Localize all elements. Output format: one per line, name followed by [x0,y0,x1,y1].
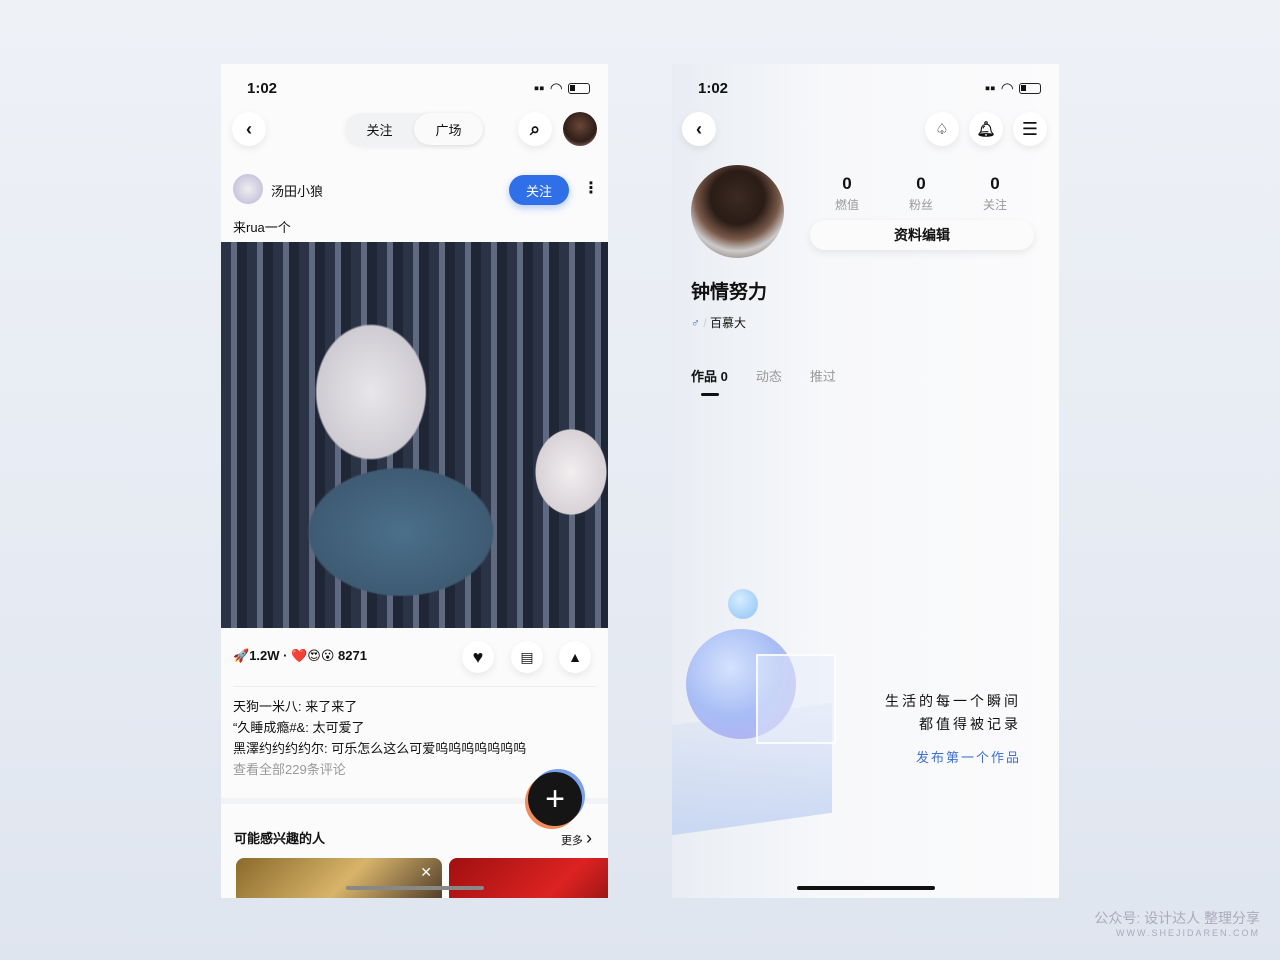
comment-icon: ▤ [520,648,534,665]
view-all-comments-link[interactable]: 查看全部229条评论 [233,759,526,780]
feed-screen: 1:02 ▪▪ ◠ ‹ 关注 广场 ⌕ 汤田小狼 关注 ⋮ 来rua一个 🚀1.2… [221,64,608,898]
stat-label: 粉丝 [908,198,933,212]
home-indicator [797,886,935,890]
watermark: 公众号: 设计达人 整理分享 WWW.SHEJIDAREN.COM [1094,908,1260,938]
post-caption: 来rua一个 [233,220,291,235]
suggested-user-card[interactable]: ✕ [236,858,442,898]
stat-fans[interactable]: 0 粉丝 [891,174,951,213]
chevron-left-icon: ‹ [696,118,702,139]
tab-boosted[interactable]: 推过 [810,366,836,385]
battery-icon [568,82,590,94]
back-button[interactable]: ‹ [232,112,266,146]
home-indicator [346,886,484,890]
create-post-button[interactable]: + [528,772,582,826]
search-icon: ⌕ [529,118,541,139]
comment-text: 太可爱了 [312,720,365,735]
comment-button[interactable]: ▤ [511,641,543,673]
post-photo[interactable] [221,242,608,628]
poster-avatar[interactable] [233,174,263,204]
profile-screen: 1:02 ▪▪ ◠ ‹ ♤ 🔔︎ ☰ 0 燃值 0 粉丝 0 关注 资料编辑 钟情努力 … [672,64,1059,898]
more-options-icon[interactable]: ⋮ [583,178,599,198]
like-button[interactable]: ♥ [462,641,494,673]
status-bar: 1:02 ▪▪ ◠ [698,78,1041,98]
suggested-user-card[interactable] [449,858,608,898]
stat-label: 关注 [982,198,1007,212]
profile-name: 钟情努力 [691,282,768,303]
reactions-count: 8271 [338,648,367,663]
boost-button[interactable]: ▲ [559,641,591,673]
signal-icon: ▪▪ [984,79,996,97]
wifi-icon: ◠ [1001,80,1013,97]
suggest-title: 可能感兴趣的人 [234,831,326,846]
comment-text: 来了来了 [305,699,358,714]
search-button[interactable]: ⌕ [518,112,552,146]
edit-profile-button[interactable]: 资料编辑 [810,220,1034,250]
empty-state-message: 生活的每一个瞬间都值得被记录 [885,690,1021,736]
status-time: 1:02 [698,79,729,97]
stat-value: 0 [842,174,852,193]
plus-icon: + [545,779,565,818]
tab-square[interactable]: 广场 [414,113,483,145]
rocket-icon: ♤ [935,121,949,138]
wifi-icon: ◠ [550,80,562,97]
stat-label: 燃值 [834,198,859,212]
status-time: 1:02 [247,79,278,97]
comment-user: 天狗一米八 [233,699,299,714]
profile-meta: ♂ / 百慕大 [691,316,747,330]
status-bar: 1:02 ▪▪ ◠ [247,78,590,98]
follow-button[interactable]: 关注 [509,175,569,205]
tab-following[interactable]: 关注 [345,113,414,145]
boost-button[interactable]: ♤ [925,112,959,146]
comment-text: 可乐怎么这么可爱呜呜呜呜呜呜呜 [331,741,527,756]
menu-icon: ☰ [1021,118,1039,139]
profile-avatar[interactable] [691,165,784,258]
stat-value: 0 [990,174,1000,193]
chevron-right-icon: › [586,828,592,848]
publish-first-work-link[interactable]: 发布第一个作品 [916,747,1021,766]
rocket-icon: 🚀 [233,648,250,663]
battery-icon [1019,82,1041,94]
empty-line: 生活的每一个瞬间 [885,693,1021,709]
comment-list: 天狗一米八: 来了来了 “久睡成瘾#&: 太可爱了 黑澤约约约约尔: 可乐怎么这… [233,696,526,780]
reaction-emojis-icon: ❤️😍😮 [291,648,335,663]
male-icon: ♂ [691,316,700,330]
stat-value: 0 [916,174,926,193]
rocket-icon: ▲ [568,649,582,665]
comment-user: “久睡成瘾#& [233,720,306,735]
signal-icon: ▪▪ [533,79,545,97]
feed-tab-switch: 关注 广场 [345,113,483,145]
poster-username[interactable]: 汤田小狼 [271,181,323,200]
stat-heat[interactable]: 0 燃值 [817,174,877,213]
close-icon[interactable]: ✕ [420,864,432,881]
notifications-button[interactable]: 🔔︎ [969,112,1003,146]
empty-line: 都值得被记录 [919,716,1021,732]
stat-following[interactable]: 0 关注 [965,174,1025,213]
comment-item: 黑澤约约约约尔: 可乐怎么这么可爱呜呜呜呜呜呜呜 [233,741,527,756]
back-button[interactable]: ‹ [682,112,716,146]
profile-school: 百慕大 [710,316,747,330]
comment-user: 黑澤约约约约尔 [233,741,325,756]
comment-item: “久睡成瘾#&: 太可爱了 [233,720,365,735]
divider [233,686,596,687]
views-count: 1.2W [249,648,280,663]
watermark-line: 公众号: 设计达人 整理分享 [1094,910,1260,926]
watermark-url: WWW.SHEJIDAREN.COM [1116,928,1260,938]
tab-works[interactable]: 作品 0 [691,366,728,396]
more-label: 更多 [560,835,583,847]
tab-activity[interactable]: 动态 [756,366,782,385]
suggest-more-link[interactable]: 更多 › [561,828,592,849]
my-avatar[interactable] [563,112,597,146]
heart-icon: ♥ [472,646,484,667]
profile-tabs: 作品 0 动态 推过 [691,366,836,396]
menu-button[interactable]: ☰ [1013,112,1047,146]
bell-icon: 🔔︎ [976,121,996,138]
comment-item: 天狗一米八: 来了来了 [233,699,358,714]
chevron-left-icon: ‹ [246,118,252,139]
post-stats: 🚀1.2W · ❤️😍😮 8271 [233,648,367,663]
